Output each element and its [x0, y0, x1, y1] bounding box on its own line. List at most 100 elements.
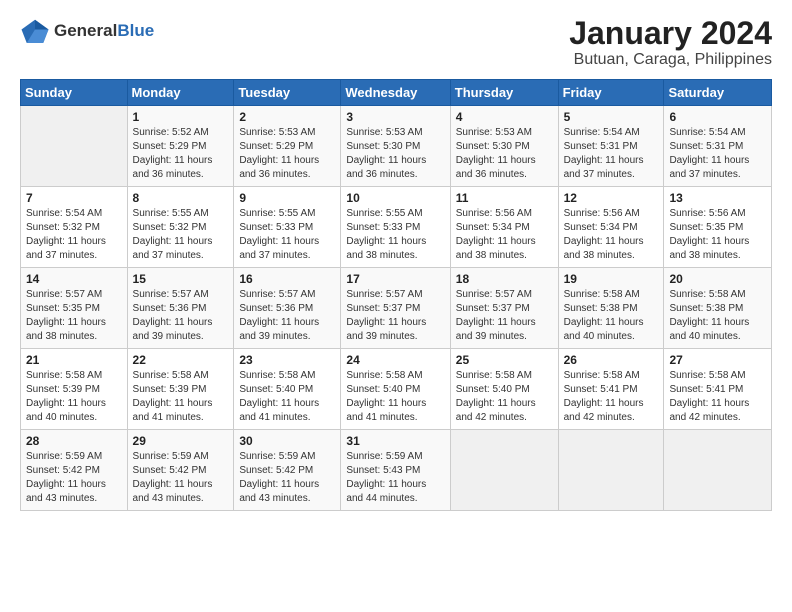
day-cell: 24 Sunrise: 5:58 AM Sunset: 5:40 PM Dayli…: [341, 349, 450, 430]
day-info: Sunrise: 5:58 AM Sunset: 5:41 PM Dayligh…: [564, 369, 659, 425]
day-info: Sunrise: 5:56 AM Sunset: 5:34 PM Dayligh…: [564, 207, 659, 263]
day-number: 13: [669, 191, 766, 205]
logo-icon: [20, 16, 50, 46]
day-info: Sunrise: 5:58 AM Sunset: 5:39 PM Dayligh…: [26, 369, 122, 425]
day-info: Sunrise: 5:53 AM Sunset: 5:30 PM Dayligh…: [346, 126, 444, 182]
day-info: Sunrise: 5:53 AM Sunset: 5:30 PM Dayligh…: [456, 126, 553, 182]
day-cell: 14Sunrise: 5:57 AM Sunset: 5:35 PM Dayli…: [21, 268, 128, 349]
day-number: 6: [669, 110, 766, 124]
day-info: Sunrise: 5:58 AM Sunset: 5:39 PM Dayligh…: [133, 369, 229, 425]
day-number: 3: [346, 110, 444, 124]
day-cell: 25Sunrise: 5:58 AM Sunset: 5:40 PM Dayli…: [450, 349, 558, 430]
day-number: 23: [239, 353, 335, 367]
day-info: Sunrise: 5:57 AM Sunset: 5:37 PM Dayligh…: [456, 288, 553, 344]
day-cell: 26 Sunrise: 5:58 AM Sunset: 5:41 PM Dayli…: [558, 349, 664, 430]
day-info: Sunrise: 5:58 AM Sunset: 5:40 PM Dayligh…: [456, 369, 553, 425]
day-cell: 30Sunrise: 5:59 AM Sunset: 5:42 PM Dayli…: [234, 430, 341, 511]
day-number: 7: [26, 191, 122, 205]
day-cell: 13 Sunrise: 5:56 AM Sunset: 5:35 PM Dayli…: [664, 187, 772, 268]
day-number: 21: [26, 353, 122, 367]
day-info: Sunrise: 5:59 AM Sunset: 5:42 PM Dayligh…: [239, 450, 335, 506]
day-info: Sunrise: 5:56 AM Sunset: 5:34 PM Dayligh…: [456, 207, 553, 263]
day-number: 2: [239, 110, 335, 124]
calendar-header: SundayMondayTuesdayWednesdayThursdayFrid…: [21, 80, 772, 106]
day-info: Sunrise: 5:57 AM Sunset: 5:36 PM Dayligh…: [239, 288, 335, 344]
day-cell: 20 Sunrise: 5:58 AM Sunset: 5:38 PM Dayli…: [664, 268, 772, 349]
header: GeneralBlue January 2024 Butuan, Caraga,…: [20, 16, 772, 69]
logo-blue: Blue: [117, 21, 154, 40]
day-cell: 29 Sunrise: 5:59 AM Sunset: 5:42 PM Dayli…: [127, 430, 234, 511]
day-number: 1: [133, 110, 229, 124]
header-row: SundayMondayTuesdayWednesdayThursdayFrid…: [21, 80, 772, 106]
day-info: Sunrise: 5:55 AM Sunset: 5:33 PM Dayligh…: [239, 207, 335, 263]
day-cell: 12 Sunrise: 5:56 AM Sunset: 5:34 PM Dayli…: [558, 187, 664, 268]
day-cell: 17Sunrise: 5:57 AM Sunset: 5:37 PM Dayli…: [341, 268, 450, 349]
calendar-subtitle: Butuan, Caraga, Philippines: [569, 51, 772, 69]
day-info: Sunrise: 5:52 AM Sunset: 5:29 PM Dayligh…: [133, 126, 229, 182]
day-info: Sunrise: 5:59 AM Sunset: 5:42 PM Dayligh…: [133, 450, 229, 506]
week-row-4: 21 Sunrise: 5:58 AM Sunset: 5:39 PM Dayli…: [21, 349, 772, 430]
day-number: 31: [346, 434, 444, 448]
day-cell: 11Sunrise: 5:56 AM Sunset: 5:34 PM Dayli…: [450, 187, 558, 268]
day-number: 5: [564, 110, 659, 124]
header-day-monday: Monday: [127, 80, 234, 106]
day-cell: 8Sunrise: 5:55 AM Sunset: 5:32 PM Daylig…: [127, 187, 234, 268]
page: GeneralBlue January 2024 Butuan, Caraga,…: [0, 0, 792, 612]
day-cell: 2Sunrise: 5:53 AM Sunset: 5:29 PM Daylig…: [234, 106, 341, 187]
day-cell: 6 Sunrise: 5:54 AM Sunset: 5:31 PM Daylig…: [664, 106, 772, 187]
header-day-wednesday: Wednesday: [341, 80, 450, 106]
day-number: 20: [669, 272, 766, 286]
day-number: 14: [26, 272, 122, 286]
day-number: 4: [456, 110, 553, 124]
day-info: Sunrise: 5:58 AM Sunset: 5:40 PM Dayligh…: [239, 369, 335, 425]
day-number: 9: [239, 191, 335, 205]
day-number: 29: [133, 434, 229, 448]
calendar-body: 1 Sunrise: 5:52 AM Sunset: 5:29 PM Daylig…: [21, 106, 772, 511]
day-number: 26: [564, 353, 659, 367]
calendar-title: January 2024: [569, 16, 772, 51]
day-number: 12: [564, 191, 659, 205]
day-number: 22: [133, 353, 229, 367]
day-info: Sunrise: 5:57 AM Sunset: 5:37 PM Dayligh…: [346, 288, 444, 344]
day-info: Sunrise: 5:58 AM Sunset: 5:40 PM Dayligh…: [346, 369, 444, 425]
day-info: Sunrise: 5:57 AM Sunset: 5:36 PM Dayligh…: [133, 288, 229, 344]
day-number: 15: [133, 272, 229, 286]
header-day-tuesday: Tuesday: [234, 80, 341, 106]
day-number: 16: [239, 272, 335, 286]
calendar-table: SundayMondayTuesdayWednesdayThursdayFrid…: [20, 79, 772, 511]
day-cell: 3 Sunrise: 5:53 AM Sunset: 5:30 PM Daylig…: [341, 106, 450, 187]
day-info: Sunrise: 5:56 AM Sunset: 5:35 PM Dayligh…: [669, 207, 766, 263]
day-cell: [558, 430, 664, 511]
day-cell: 19 Sunrise: 5:58 AM Sunset: 5:38 PM Dayli…: [558, 268, 664, 349]
day-info: Sunrise: 5:54 AM Sunset: 5:31 PM Dayligh…: [564, 126, 659, 182]
day-cell: 27 Sunrise: 5:58 AM Sunset: 5:41 PM Dayli…: [664, 349, 772, 430]
day-number: 19: [564, 272, 659, 286]
day-cell: [664, 430, 772, 511]
week-row-2: 7Sunrise: 5:54 AM Sunset: 5:32 PM Daylig…: [21, 187, 772, 268]
day-cell: 18 Sunrise: 5:57 AM Sunset: 5:37 PM Dayli…: [450, 268, 558, 349]
week-row-1: 1 Sunrise: 5:52 AM Sunset: 5:29 PM Daylig…: [21, 106, 772, 187]
day-info: Sunrise: 5:58 AM Sunset: 5:38 PM Dayligh…: [669, 288, 766, 344]
week-row-3: 14Sunrise: 5:57 AM Sunset: 5:35 PM Dayli…: [21, 268, 772, 349]
logo-general: General: [54, 21, 117, 40]
day-info: Sunrise: 5:59 AM Sunset: 5:43 PM Dayligh…: [346, 450, 444, 506]
day-info: Sunrise: 5:58 AM Sunset: 5:41 PM Dayligh…: [669, 369, 766, 425]
day-number: 18: [456, 272, 553, 286]
day-info: Sunrise: 5:58 AM Sunset: 5:38 PM Dayligh…: [564, 288, 659, 344]
day-cell: 16 Sunrise: 5:57 AM Sunset: 5:36 PM Dayli…: [234, 268, 341, 349]
day-cell: 22 Sunrise: 5:58 AM Sunset: 5:39 PM Dayli…: [127, 349, 234, 430]
header-day-friday: Friday: [558, 80, 664, 106]
day-cell: 4 Sunrise: 5:53 AM Sunset: 5:30 PM Daylig…: [450, 106, 558, 187]
day-info: Sunrise: 5:55 AM Sunset: 5:32 PM Dayligh…: [133, 207, 229, 263]
day-cell: 21 Sunrise: 5:58 AM Sunset: 5:39 PM Dayli…: [21, 349, 128, 430]
day-number: 24: [346, 353, 444, 367]
day-cell: 7Sunrise: 5:54 AM Sunset: 5:32 PM Daylig…: [21, 187, 128, 268]
day-number: 10: [346, 191, 444, 205]
day-info: Sunrise: 5:55 AM Sunset: 5:33 PM Dayligh…: [346, 207, 444, 263]
day-number: 28: [26, 434, 122, 448]
title-block: January 2024 Butuan, Caraga, Philippines: [569, 16, 772, 69]
day-number: 27: [669, 353, 766, 367]
header-day-thursday: Thursday: [450, 80, 558, 106]
day-info: Sunrise: 5:54 AM Sunset: 5:31 PM Dayligh…: [669, 126, 766, 182]
day-cell: 23 Sunrise: 5:58 AM Sunset: 5:40 PM Dayli…: [234, 349, 341, 430]
